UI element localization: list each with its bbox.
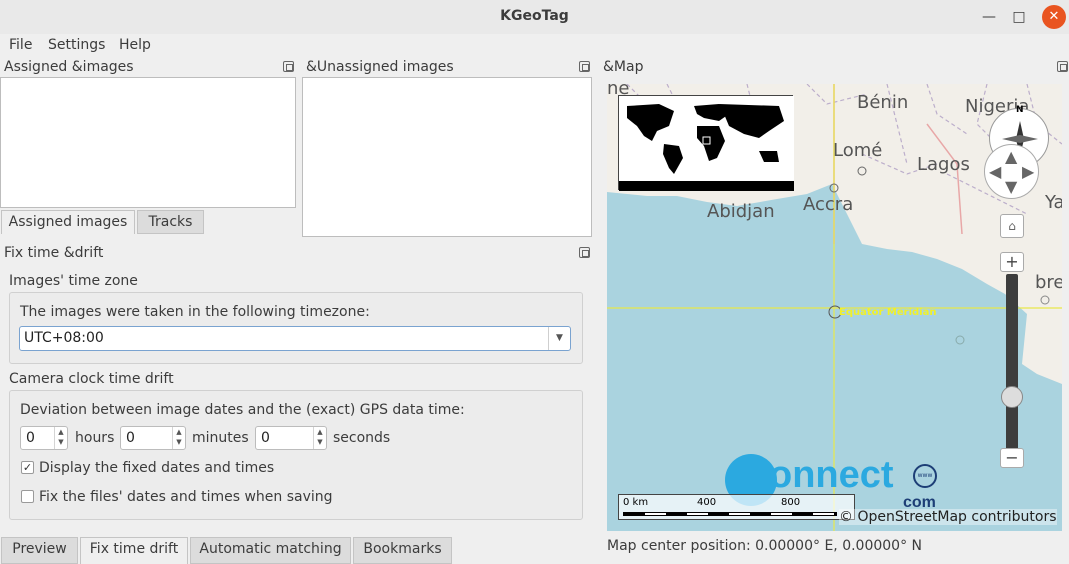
maximize-button[interactable]: □ [1007,5,1031,29]
menu-settings[interactable]: Settings [48,37,105,53]
tab-automatic-matching[interactable]: Automatic matching [190,537,351,564]
menu-file[interactable]: File [9,37,32,53]
timezone-group-title: Images' time zone [9,273,138,289]
map-attribution: © OpenStreetMap contributors [839,509,1057,525]
timezone-label: The images were taken in the following t… [20,304,370,320]
drift-group-title: Camera clock time drift [9,371,174,387]
pan-control-icon[interactable]: ▲ ▼ ◀ ▶ [984,144,1039,199]
map-label-lagos: Lagos [917,154,970,175]
window-title: KGeoTag [500,8,569,24]
chevron-down-icon[interactable]: ▼ [548,327,570,350]
unassigned-dock-title: &Unassigned images [306,59,454,75]
crosshair-label: Equator Meridian [839,307,937,318]
hours-value: 0 [26,430,35,446]
minimize-button[interactable]: — [977,5,1001,29]
spin-arrows-icon[interactable]: ▲ ▼ [313,427,326,449]
seconds-label: seconds [333,430,391,446]
menu-help[interactable]: Help [119,37,151,53]
scale-zero: 0 km [623,497,649,508]
map-center-status: Map center position: 0.00000° E, 0.00000… [607,538,923,554]
seconds-spinbox[interactable]: 0 ▲ ▼ [255,426,327,450]
scale-bar: 0 km 400 800 [618,494,855,520]
zoom-in-button[interactable]: + [1000,252,1024,272]
spin-arrows-icon[interactable]: ▲ ▼ [172,427,185,449]
seconds-value: 0 [261,430,270,446]
overview-map[interactable] [618,95,794,191]
minutes-label: minutes [192,430,249,446]
map-label-accra: Accra [803,194,854,215]
close-button[interactable]: ✕ [1042,5,1066,29]
timezone-select[interactable]: UTC+08:00 ▼ [19,326,571,351]
display-fixed-checkbox[interactable]: ✓ [21,461,34,474]
float-dock-icon[interactable] [1057,61,1068,72]
float-dock-icon[interactable] [579,247,590,258]
tab-bookmarks[interactable]: Bookmarks [353,537,452,564]
tab-assigned-images[interactable]: Assigned images [1,210,135,234]
unassigned-images-list[interactable] [302,77,592,237]
fix-drift-dock-title: Fix time &drift [4,245,104,261]
home-icon[interactable]: ⌂ [1000,214,1024,238]
compass-north-label: N [1016,105,1024,115]
fix-files-checkbox[interactable] [21,490,34,503]
globe-icon: www [913,464,937,488]
fix-files-label[interactable]: Fix the files' dates and times when savi… [39,489,333,505]
tab-preview[interactable]: Preview [1,537,78,564]
scale-mid: 400 [697,497,717,508]
timezone-value: UTC+08:00 [24,330,104,346]
title-bar: KGeoTag — □ ✕ [0,0,1069,34]
minutes-spinbox[interactable]: 0 ▲ ▼ [120,426,186,450]
hours-spinbox[interactable]: 0 ▲ ▼ [20,426,68,450]
float-dock-icon[interactable] [579,61,590,72]
assigned-dock-title: Assigned &images [4,59,134,75]
assigned-images-list[interactable] [0,77,296,208]
map-dock-title: &Map [603,59,644,75]
spin-arrows-icon[interactable]: ▲ ▼ [54,427,67,449]
zoom-slider-track[interactable] [1001,274,1023,450]
map-view[interactable]: Bénin Nigeria Lomé Lagos Abidjan Accra Y… [607,84,1062,531]
map-label-benin: Bénin [857,92,909,113]
map-label-ya: Ya [1045,192,1062,213]
float-dock-icon[interactable] [283,61,294,72]
tab-fix-time-drift[interactable]: Fix time drift [80,537,188,564]
map-label-brev: brev [1035,272,1062,293]
minutes-value: 0 [126,430,135,446]
tab-tracks[interactable]: Tracks [137,210,204,234]
map-label-lome: Lomé [833,140,883,161]
map-label-abidjan: Abidjan [707,201,775,222]
menu-bar: File Settings Help [0,34,1069,58]
scale-end: 800 [781,497,801,508]
watermark-text: onnect [769,454,894,496]
world-overview-icon [619,96,794,191]
zoom-out-button[interactable]: − [1000,448,1024,468]
hours-label: hours [75,430,115,446]
display-fixed-label[interactable]: Display the fixed dates and times [39,460,274,476]
deviation-label: Deviation between image dates and the (e… [20,402,465,418]
